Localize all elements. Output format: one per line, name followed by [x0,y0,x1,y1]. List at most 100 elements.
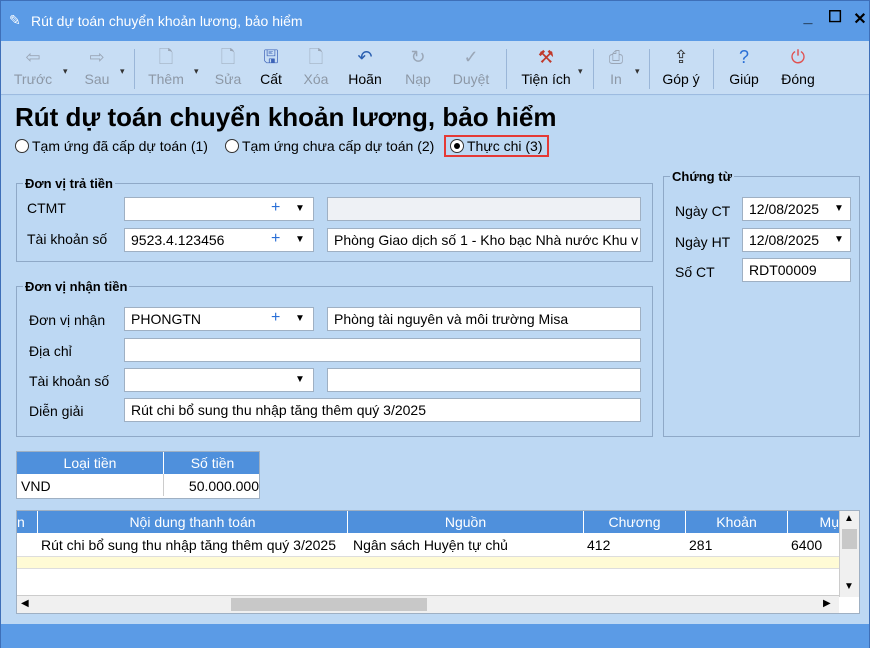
dropdown-icon[interactable]: ▼ [295,313,305,324]
address-input[interactable] [124,338,641,362]
note-label: Diễn giải [29,403,84,419]
power-icon: ⏻ [790,47,806,67]
radio-advance-allocated[interactable]: Tạm ứng đã cấp dự toán (1) [15,138,208,154]
table-row[interactable]: VND 50.000.000 [17,474,259,498]
tools-icon: ⚒ [537,47,555,67]
scroll-up-icon[interactable]: ▲ [844,513,854,524]
horizontal-scrollbar[interactable]: ◀ ▶ [17,595,839,613]
utilities-button[interactable]: ⚒ Tiện ích [517,45,575,91]
payer-account-description[interactable]: Phòng Giao dịch số 1 - Kho bạc Nhà nước … [327,228,641,252]
delete-button[interactable]: 🗋 Xóa [301,45,331,91]
load-button[interactable]: ↻ Nạp [401,45,435,91]
table-row[interactable]: Rút chi bổ sung thu nhập tăng thêm quý 3… [17,533,839,557]
feedback-button[interactable]: ⇪ Góp ý [659,45,703,91]
ct-date-picker[interactable]: 12/08/2025 ▼ [742,197,851,221]
scroll-down-icon[interactable]: ▼ [844,581,854,592]
scroll-right-icon[interactable]: ▶ [823,598,831,609]
app-icon: ✎ [9,12,21,28]
help-button[interactable]: ? Giúp [725,45,763,91]
column-header: Nguồn [347,511,583,533]
dropdown-icon[interactable]: ▼ [834,234,844,245]
edit-icon: 🗋 [220,47,236,67]
vertical-scrollbar[interactable]: ▲ ▼ [839,511,859,597]
new-row[interactable] [17,557,839,569]
toolbar-separator [649,49,650,89]
scroll-left-icon[interactable]: ◀ [21,598,29,609]
plus-icon[interactable]: + [271,309,280,327]
toolbar-separator [506,49,507,89]
chevron-down-icon[interactable]: ▾ [63,66,68,77]
window-title: Rút dự toán chuyển khoản lương, bảo hiểm [31,13,303,29]
amount-cell[interactable]: 50.000.000 [163,474,259,496]
dropdown-icon[interactable]: ▼ [295,374,305,385]
item-cell[interactable]: 281 [689,533,787,557]
plus-icon[interactable]: + [271,199,280,217]
radio-actual-spending[interactable]: Thực chi (3) [444,135,549,157]
note-input[interactable]: Rút chi bổ sung thu nhập tăng thêm quý 3… [124,398,641,422]
print-button[interactable]: ⎙ In [603,45,629,91]
radio-circle[interactable] [450,139,464,153]
currency-type-cell[interactable]: VND [21,474,161,496]
radio-circle[interactable] [225,139,239,153]
detail-grid-header: n Nội dung thanh toán Nguồn Chương Khoản… [17,511,839,533]
prev-button[interactable]: ⇦ Trước [13,45,53,91]
minimize-button[interactable]: _ [798,9,818,27]
dropdown-icon[interactable]: ▼ [295,234,305,245]
column-header: Mụ [787,511,839,533]
feedback-icon: ⇪ [673,47,689,67]
approve-button[interactable]: ✓ Duyệt [449,45,493,91]
form-area: Rút dự toán chuyển khoản lương, bảo hiểm… [1,96,869,624]
dropdown-icon[interactable]: ▼ [834,203,844,214]
arrow-right-icon: ⇨ [89,47,105,67]
row-indicator-cell[interactable] [17,533,37,557]
payee-account-description[interactable] [327,368,641,392]
printer-icon: ⎙ [608,47,624,67]
close-window-button[interactable]: ✕ [850,9,870,29]
subitem-cell[interactable]: 6400 [791,533,839,557]
ht-date-label: Ngày HT [675,234,731,250]
source-cell[interactable]: Ngân sách Huyện tự chủ [353,533,583,557]
column-header: Nội dung thanh toán [37,511,347,533]
ht-date-picker[interactable]: 12/08/2025 ▼ [742,228,851,252]
chevron-down-icon[interactable]: ▾ [120,66,125,77]
address-label: Địa chỉ [29,343,72,359]
save-icon: 🖫 [263,47,279,67]
delete-icon: 🗋 [308,47,324,67]
column-header: n [17,514,25,530]
plus-icon[interactable]: + [271,230,280,248]
edit-button[interactable]: 🗋 Sửa [213,45,243,91]
payee-account-combobox[interactable]: ▼ [124,368,314,392]
ctmt-combobox[interactable]: + ▼ [124,197,314,221]
payer-account-combobox[interactable]: 9523.4.123456 + ▼ [124,228,314,252]
amount-header: Số tiền [163,452,261,474]
maximize-button[interactable]: ☐ [825,7,845,27]
column-header: Khoản [685,511,787,533]
chevron-down-icon[interactable]: ▾ [578,66,583,77]
toolbar-separator [713,49,714,89]
radio-advance-unallocated[interactable]: Tạm ứng chưa cấp dự toán (2) [225,138,434,154]
scroll-thumb[interactable] [842,529,857,549]
payee-legend: Đơn vị nhận tiền [25,279,128,294]
chevron-down-icon[interactable]: ▾ [635,66,640,77]
radio-circle[interactable] [15,139,29,153]
close-button[interactable]: ⏻ Đóng [777,45,819,91]
voucher-no-input[interactable]: RDT00009 [742,258,851,282]
dropdown-icon[interactable]: ▼ [295,203,305,214]
scroll-thumb[interactable] [231,598,427,611]
next-button[interactable]: ⇨ Sau [79,45,115,91]
toolbar: ⇦ Trước ▾ ⇨ Sau ▾ 🗋 Thêm ▾ 🗋 Sửa 🖫 Cất 🗋 Xóa ↶… [1,41,869,95]
undo-button[interactable]: ↶ Hoãn [345,45,385,91]
chevron-down-icon[interactable]: ▾ [194,66,199,77]
chapter-cell[interactable]: 412 [587,533,685,557]
payee-unit-description[interactable]: Phòng tài nguyên và môi trường Misa [327,307,641,331]
voucher-no-label: Số CT [675,264,715,280]
add-button[interactable]: 🗋 Thêm [145,45,187,91]
content-cell[interactable]: Rút chi bổ sung thu nhập tăng thêm quý 3… [41,533,347,557]
column-header: Chương [583,511,685,533]
payee-account-label: Tài khoản số [29,373,110,389]
payee-unit-combobox[interactable]: PHONGTN + ▼ [124,307,314,331]
main-window: ✎ Rút dự toán chuyển khoản lương, bảo hi… [0,0,870,648]
save-button[interactable]: 🖫 Cất [257,45,285,91]
payer-account-label: Tài khoản số [27,231,108,247]
ctmt-label: CTMT [27,200,66,216]
